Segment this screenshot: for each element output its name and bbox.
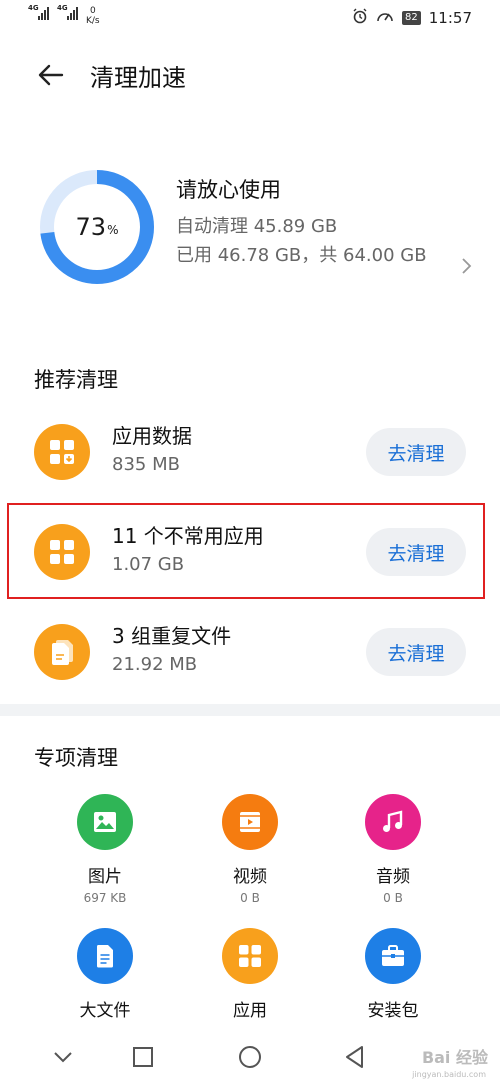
chevron-right-icon <box>460 256 474 276</box>
system-nav-bar: Bai 经验 jingyan.baidu.com <box>0 1030 500 1084</box>
apps-grid-icon <box>34 524 90 580</box>
recommend-section-title: 推荐清理 <box>34 368 118 392</box>
back-triangle-icon[interactable] <box>340 1042 370 1072</box>
signal-icon: 4G <box>28 4 49 20</box>
item-name: 3 组重复文件 <box>112 624 232 648</box>
item-size: 21.92 MB <box>112 654 198 675</box>
back-arrow-icon[interactable] <box>36 60 66 90</box>
storage-used-text: 已用 46.78 GB，共 64.00 GB <box>176 245 427 266</box>
home-circle-icon[interactable] <box>235 1042 265 1072</box>
recents-square-icon[interactable] <box>128 1042 158 1072</box>
video-icon <box>222 794 278 850</box>
item-label: 应用 <box>233 1001 267 1021</box>
watermark-url: jingyan.baidu.com <box>412 1070 486 1079</box>
item-size: 697 KB <box>83 891 127 905</box>
item-size: 1.07 GB <box>112 554 185 575</box>
item-name: 11 个不常用应用 <box>112 524 264 548</box>
clean-button-app-data[interactable]: 去清理 <box>366 428 466 476</box>
files-icon <box>34 624 90 680</box>
special-item-packages[interactable]: 安装包 <box>318 928 468 1021</box>
auto-clean-text: 自动清理 45.89 GB <box>176 216 338 237</box>
item-size: 835 MB <box>112 454 180 475</box>
recommend-item-app-data: 应用数据 835 MB 去清理 <box>0 406 500 502</box>
item-label: 音频 <box>376 867 410 887</box>
chevron-down-icon[interactable] <box>48 1042 78 1072</box>
speedometer-icon <box>376 8 394 28</box>
item-label: 大文件 <box>79 1001 131 1021</box>
image-icon <box>77 794 133 850</box>
apps-icon <box>222 928 278 984</box>
item-name: 应用数据 <box>112 424 192 448</box>
storage-percent: 73% <box>75 213 119 241</box>
storage-summary[interactable]: 73% 请放心使用 自动清理 45.89 GB 已用 46.78 GB，共 64… <box>0 160 500 310</box>
app-header: 清理加速 <box>0 50 500 100</box>
special-item-large-files[interactable]: 大文件 <box>30 928 180 1021</box>
briefcase-icon <box>365 928 421 984</box>
clean-button-duplicate-files[interactable]: 去清理 <box>366 628 466 676</box>
special-item-video[interactable]: 视频 0 B <box>175 794 325 905</box>
alarm-icon <box>352 8 368 28</box>
special-section-title: 专项清理 <box>34 746 118 770</box>
section-divider <box>0 704 500 716</box>
item-label: 视频 <box>233 867 267 887</box>
special-item-images[interactable]: 图片 697 KB <box>30 794 180 905</box>
item-label: 图片 <box>88 867 122 887</box>
item-size: 0 B <box>383 891 403 905</box>
clean-button-unused-apps[interactable]: 去清理 <box>366 528 466 576</box>
watermark: Bai 经验 <box>421 1048 488 1067</box>
status-bar: 4G 4G 0 K/s 82 11:57 <box>0 0 500 36</box>
item-label: 安装包 <box>367 1001 419 1021</box>
summary-title: 请放心使用 <box>176 178 281 202</box>
recommend-item-unused-apps: 11 个不常用应用 1.07 GB 去清理 <box>0 506 500 602</box>
special-item-apps[interactable]: 应用 <box>175 928 325 1021</box>
signal-icon-2: 4G <box>57 4 78 20</box>
special-item-audio[interactable]: 音频 0 B <box>318 794 468 905</box>
document-icon <box>77 928 133 984</box>
music-icon <box>365 794 421 850</box>
app-data-icon <box>34 424 90 480</box>
battery-indicator: 82 <box>402 11 421 25</box>
page-title: 清理加速 <box>90 64 186 92</box>
item-size: 0 B <box>240 891 260 905</box>
recommend-item-duplicate-files: 3 组重复文件 21.92 MB 去清理 <box>0 606 500 702</box>
clock: 11:57 <box>428 9 472 27</box>
net-speed: 0 K/s <box>86 6 100 26</box>
